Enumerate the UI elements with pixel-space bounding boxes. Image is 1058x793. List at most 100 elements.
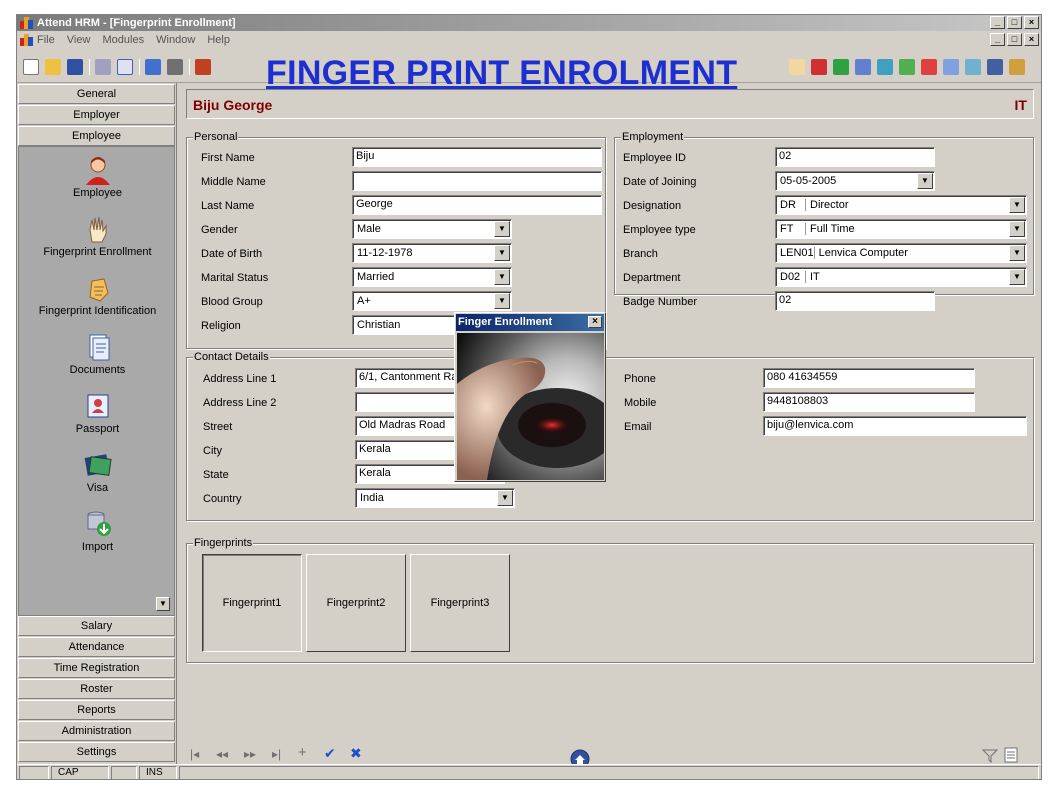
close-button[interactable]: × (1024, 16, 1039, 29)
prev-record-button[interactable]: ◂◂ (216, 747, 228, 761)
cancel-record-button[interactable]: ✖ (350, 745, 362, 762)
fingerprint3-button[interactable]: Fingerprint3 (410, 554, 510, 652)
record-navigator: |◂ ◂◂ ▸▸ ▸| + ✔ ✖ (186, 743, 1041, 769)
employee-header: Biju George IT (186, 89, 1034, 119)
visa-icon (82, 450, 114, 480)
doj-picker[interactable]: 05-05-2005 ▼ (775, 171, 935, 191)
employee-panel: Employee Fingerprint Enrollment Fingerpr… (18, 146, 175, 616)
sidebar-item-fingerprint-enrollment[interactable]: Fingerprint Enrollment (19, 214, 176, 258)
menu-window[interactable]: Window (156, 34, 195, 46)
new-icon[interactable] (23, 59, 39, 75)
chevron-down-icon[interactable]: ▼ (1009, 197, 1025, 213)
sidebar-item-fingerprint-identification[interactable]: Fingerprint Identification (19, 273, 176, 317)
save-record-button[interactable]: ✔ (324, 745, 336, 762)
country-select[interactable]: India ▼ (355, 488, 515, 508)
nav-employee[interactable]: Employee (18, 126, 175, 146)
branch-select[interactable]: LEN01 Lenvica Computer ▼ (775, 243, 1027, 263)
nav-administration[interactable]: Administration (18, 721, 175, 741)
clock-icon[interactable] (899, 59, 915, 75)
database-icon[interactable] (987, 59, 1003, 75)
menu-view[interactable]: View (67, 34, 91, 46)
chevron-down-icon[interactable]: ▼ (1009, 269, 1025, 285)
fingerprint2-button[interactable]: Fingerprint2 (306, 554, 406, 652)
exit-icon[interactable] (195, 59, 211, 75)
settings-icon[interactable] (1009, 59, 1025, 75)
menu-file[interactable]: File (37, 34, 55, 46)
sidebar-item-visa[interactable]: Visa (19, 450, 176, 494)
fingerprints-group: Fingerprints Fingerprint1 Fingerprint2 F… (186, 537, 1034, 663)
email-field[interactable]: biju@lenvica.com (763, 416, 1027, 436)
mdi-minimize-button[interactable]: _ (990, 33, 1005, 46)
badge-number-field[interactable]: 02 (775, 291, 935, 311)
nav-roster[interactable]: Roster (18, 679, 175, 699)
first-name-field[interactable]: Biju (352, 147, 602, 167)
middle-name-field[interactable] (352, 171, 602, 191)
print-preview-icon[interactable] (117, 59, 133, 75)
main-window: Attend HRM - [Fingerprint Enrollment] _ … (16, 14, 1042, 780)
hand-icon[interactable] (789, 59, 805, 75)
sidebar-item-import[interactable]: Import (19, 509, 176, 553)
report-icon[interactable] (965, 59, 981, 75)
nav-reports[interactable]: Reports (18, 700, 175, 720)
nav-salary[interactable]: Salary (18, 616, 175, 636)
employee-type-select[interactable]: FT Full Time ▼ (775, 219, 1027, 239)
nav-attendance[interactable]: Attendance (18, 637, 175, 657)
chevron-down-icon[interactable]: ▼ (494, 245, 510, 261)
nav-employer[interactable]: Employer (18, 105, 175, 125)
designation-select[interactable]: DR Director ▼ (775, 195, 1027, 215)
schedule-icon[interactable] (877, 59, 893, 75)
id-card-icon[interactable] (811, 59, 827, 75)
dialog-close-button[interactable]: × (588, 316, 602, 328)
finger-enrollment-dialog: Finger Enrollment × (454, 312, 606, 482)
employee-id-field[interactable]: 02 (775, 147, 935, 167)
tools-icon[interactable] (167, 59, 183, 75)
edit-icon[interactable] (145, 59, 161, 75)
mdi-close-button[interactable]: × (1024, 33, 1039, 46)
chevron-down-icon[interactable]: ▼ (1009, 221, 1025, 237)
save-disk-icon[interactable] (67, 59, 83, 75)
phone-field[interactable]: 080 41634559 (763, 368, 975, 388)
print-icon[interactable] (95, 59, 111, 75)
panel-scroll-down-button[interactable]: ▼ (156, 597, 170, 611)
last-name-field[interactable]: George (352, 195, 602, 215)
menu-help[interactable]: Help (207, 34, 230, 46)
mdi-restore-button[interactable]: □ (1007, 33, 1022, 46)
sidebar-item-passport[interactable]: Passport (19, 391, 176, 435)
add-record-button[interactable]: + (298, 744, 307, 761)
first-record-button[interactable]: |◂ (190, 747, 199, 761)
chevron-down-icon[interactable]: ▼ (497, 490, 513, 506)
chevron-down-icon[interactable]: ▼ (494, 269, 510, 285)
sidebar-item-employee[interactable]: Employee (19, 155, 176, 199)
dob-picker[interactable]: 11-12-1978 ▼ (352, 243, 512, 263)
chevron-down-icon[interactable]: ▼ (494, 221, 510, 237)
nav-settings[interactable]: Settings (18, 742, 175, 762)
documents-icon (82, 332, 114, 362)
maximize-button[interactable]: □ (1007, 16, 1022, 29)
person-icon[interactable] (921, 59, 937, 75)
chevron-down-icon[interactable]: ▼ (917, 173, 933, 189)
nav-general[interactable]: General (18, 84, 175, 104)
nav-time-registration[interactable]: Time Registration (18, 658, 175, 678)
next-record-button[interactable]: ▸▸ (244, 747, 256, 761)
dialog-title-bar[interactable]: Finger Enrollment × (456, 314, 604, 331)
sidebar-item-documents[interactable]: Documents (19, 332, 176, 376)
chevron-down-icon[interactable]: ▼ (494, 293, 510, 309)
minimize-button[interactable]: _ (990, 16, 1005, 29)
fingerprint1-button[interactable]: Fingerprint1 (202, 554, 302, 652)
network-icon[interactable] (943, 59, 959, 75)
marital-select[interactable]: Married ▼ (352, 267, 512, 287)
mobile-field[interactable]: 9448108803 (763, 392, 975, 412)
title-bar[interactable]: Attend HRM - [Fingerprint Enrollment] _ … (17, 15, 1041, 31)
menu-modules[interactable]: Modules (103, 34, 145, 46)
department-select[interactable]: D02 IT ▼ (775, 267, 1027, 287)
users-icon[interactable] (833, 59, 849, 75)
chevron-down-icon[interactable]: ▼ (1009, 245, 1025, 261)
open-folder-icon[interactable] (45, 59, 61, 75)
gender-select[interactable]: Male ▼ (352, 219, 512, 239)
mdi-icon[interactable] (20, 34, 33, 46)
blood-group-select[interactable]: A+ ▼ (352, 291, 512, 311)
sidebar: General Employer Employee Employee Finge… (17, 83, 177, 765)
caps-lock-indicator: CAP (51, 766, 109, 779)
calendar-icon[interactable] (855, 59, 871, 75)
last-record-button[interactable]: ▸| (272, 747, 281, 761)
